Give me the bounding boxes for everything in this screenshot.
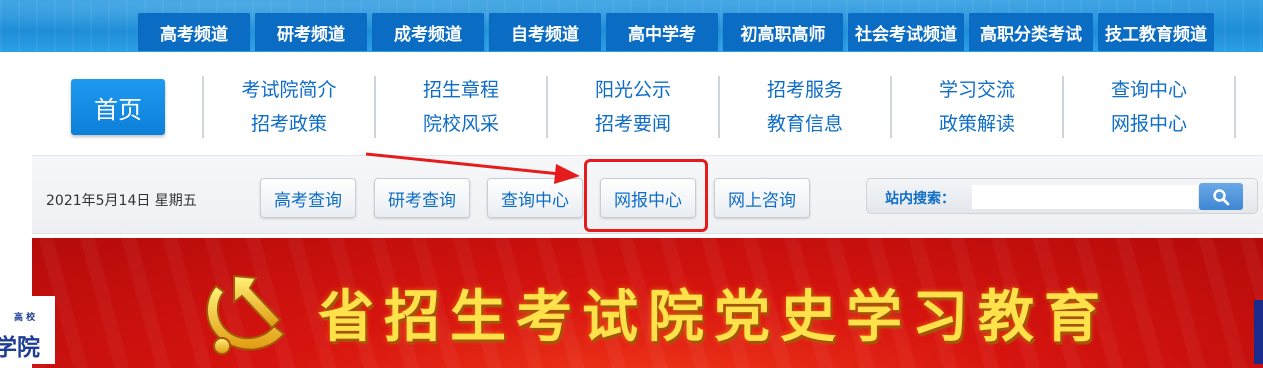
channel-tab-jigong[interactable]: 技工教育频道 (1098, 13, 1214, 51)
channel-tab-gaokao[interactable]: 高考频道 (138, 13, 250, 51)
nav-link-study[interactable]: 学习交流 (939, 76, 1015, 104)
channel-tab-chengkao[interactable]: 成考频道 (372, 13, 484, 51)
nav-column-5: 学习交流 政策解读 (890, 76, 1062, 138)
banner-title: 省招生考试院党史学习教育 (318, 284, 1110, 350)
channel-tabs: 高考频道 研考频道 成考频道 自考频道 高中学考 初高职高师 社会考试频道 高职… (138, 13, 1214, 51)
gaokao-query-button[interactable]: 高考查询 (260, 178, 356, 218)
quick-bar: 2021年5月14日 星期五 高考查询 研考查询 查询中心 网报中心 网上咨询 … (32, 156, 1263, 234)
nav-link-query-center[interactable]: 查询中心 (1111, 76, 1187, 104)
highlight-box (584, 159, 708, 232)
nav-column-6: 查询中心 网报中心 (1062, 76, 1236, 138)
nav-link-schools[interactable]: 院校风采 (423, 110, 499, 138)
channel-tab-yankao[interactable]: 研考频道 (255, 13, 367, 51)
channel-tab-shehui[interactable]: 社会考试频道 (848, 13, 964, 51)
query-center-button[interactable]: 查询中心 (487, 178, 583, 218)
nav-link-about[interactable]: 考试院简介 (241, 76, 336, 104)
search-input[interactable] (972, 185, 1198, 209)
channel-tab-xuekao[interactable]: 高中学考 (606, 13, 718, 51)
nav-column-1: 考试院简介 招考政策 (202, 76, 374, 138)
nav-link-services[interactable]: 招考服务 (767, 76, 843, 104)
current-date: 2021年5月14日 星期五 (46, 193, 197, 209)
nav-link-charter[interactable]: 招生章程 (423, 76, 499, 104)
nav-link-policy[interactable]: 招考政策 (251, 110, 327, 138)
channel-tab-chugaozhi[interactable]: 初高职高师 (723, 13, 843, 51)
home-button[interactable]: 首页 (71, 79, 165, 135)
search-button[interactable] (1199, 183, 1243, 210)
party-emblem-icon (206, 274, 286, 355)
nav-link-public-notice[interactable]: 阳光公示 (595, 76, 671, 104)
online-consult-button[interactable]: 网上咨询 (714, 178, 810, 218)
nav-link-edu-info[interactable]: 教育信息 (767, 110, 843, 138)
nav-column-2: 招生章程 院校风采 (374, 76, 546, 138)
nav-link-registration-center[interactable]: 网报中心 (1111, 110, 1187, 138)
yankao-query-button[interactable]: 研考查询 (374, 178, 470, 218)
side-logo-big-text: 学院 (0, 335, 40, 361)
site-search: 站内搜索： (866, 178, 1258, 214)
nav-column-3: 阳光公示 招考要闻 (546, 76, 718, 138)
party-history-banner[interactable]: 省招生考试院党史学习教育 (32, 238, 1263, 368)
top-channel-bar: 高考频道 研考频道 成考频道 自考频道 高中学考 初高职高师 社会考试频道 高职… (0, 0, 1263, 52)
nav-link-interpretation[interactable]: 政策解读 (939, 110, 1015, 138)
main-navigation: 首页 考试院简介 招考政策 招生章程 院校风采 阳光公示 招考要闻 招考服务 教… (32, 52, 1263, 156)
search-label: 站内搜索： (885, 191, 955, 207)
search-icon (1213, 188, 1230, 205)
channel-tab-gaozhi[interactable]: 高职分类考试 (969, 13, 1093, 51)
nav-link-news[interactable]: 招考要闻 (595, 110, 671, 138)
side-logo-small-text: 高 校 (14, 313, 36, 323)
banner-right-edge (1254, 300, 1263, 364)
nav-column-4: 招考服务 教育信息 (718, 76, 890, 138)
channel-tab-zikao[interactable]: 自考频道 (489, 13, 601, 51)
side-logo[interactable]: 高 校 学院 (0, 296, 55, 364)
